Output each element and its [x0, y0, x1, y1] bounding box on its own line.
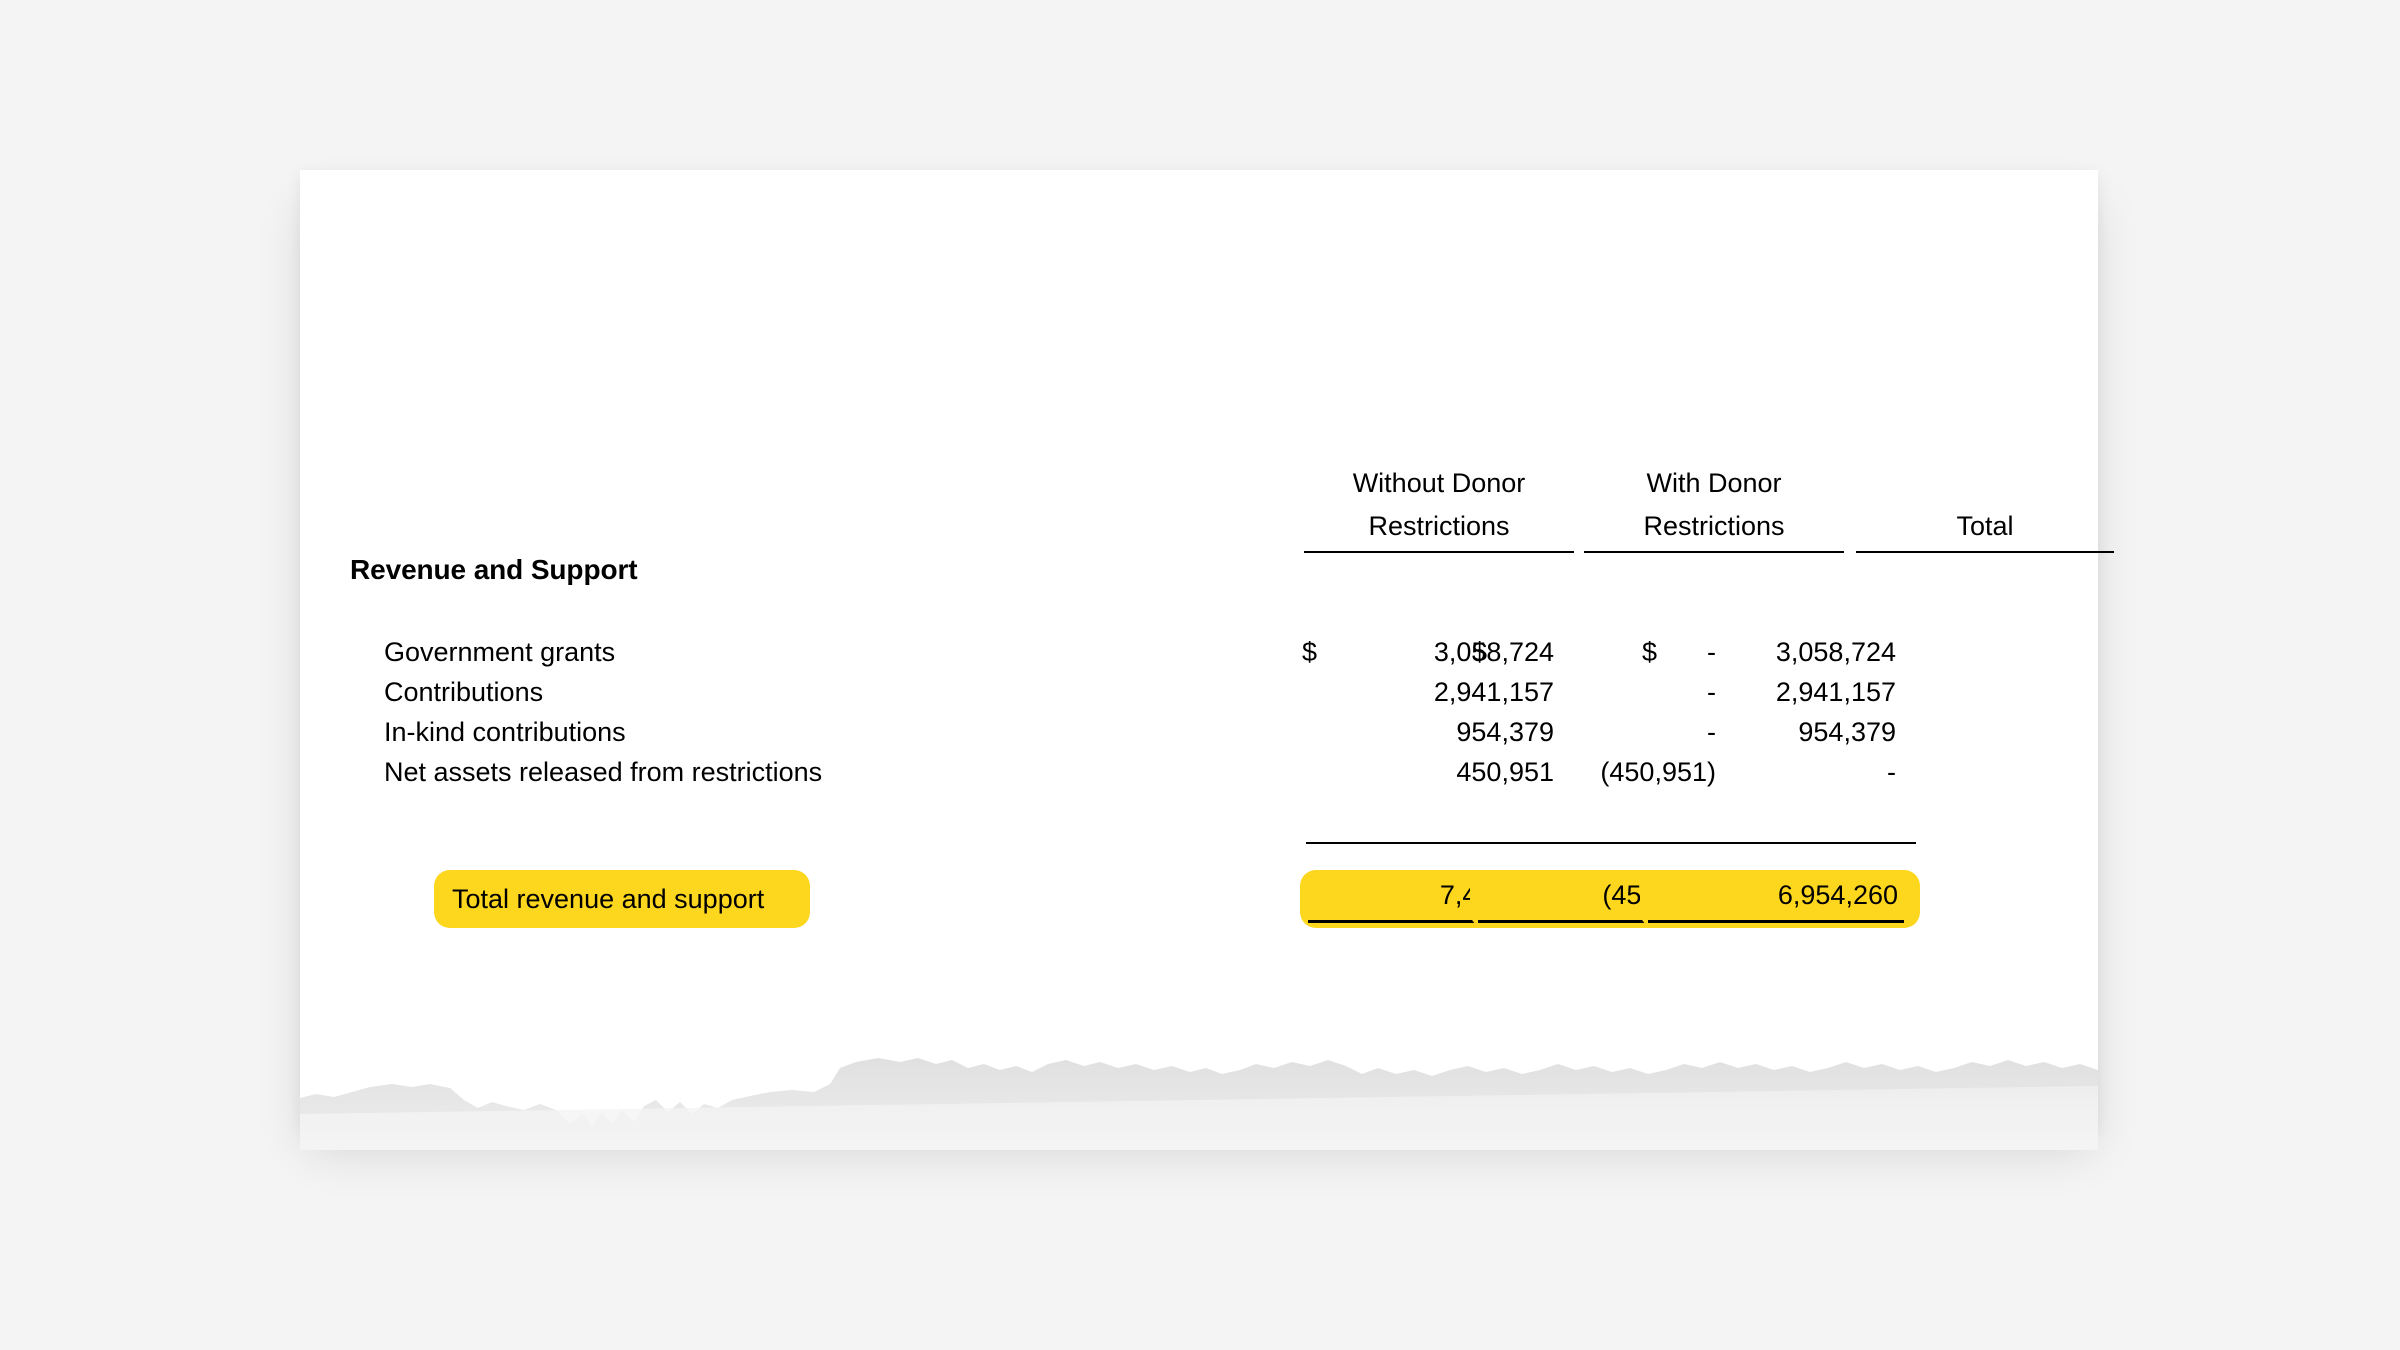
column-headers: Without Donor Restrictions With Donor Re… [300, 462, 2114, 553]
table-row: Government grants $ 3,058,724 $ - $ 3,05… [300, 632, 2098, 672]
cell-total: 954,379 [1798, 717, 1896, 747]
cell-total: 3,058,724 [1775, 637, 1896, 667]
row-label: Contributions [384, 677, 544, 707]
column-header-line1: Without Donor [1352, 468, 1526, 498]
column-header-line1: With Donor [1646, 468, 1782, 498]
row-label: In-kind contributions [384, 717, 626, 747]
highlight-total-label: Total revenue and support [434, 870, 810, 928]
total-row: Total revenue and support 7,405,211 (450… [300, 870, 2098, 932]
row-label: Government grants [384, 637, 616, 667]
highlight-total-total: 6,954,260 [1640, 870, 1920, 928]
page-canvas: Without Donor Restrictions With Donor Re… [0, 0, 2400, 1350]
column-header-total: Total [1856, 462, 2114, 553]
section-title: Revenue and Support [350, 554, 638, 585]
column-header-rule [1304, 551, 1574, 553]
subtotal-rule-total [1648, 842, 1916, 844]
cell-total: 2,941,157 [1775, 677, 1896, 707]
column-header-line2: Restrictions [1368, 511, 1510, 541]
column-header-line2: Restrictions [1643, 511, 1785, 541]
subtotal-rules [300, 842, 2098, 848]
row-label: Net assets released from restrictions [384, 757, 823, 787]
total-underline-total [1648, 920, 1904, 923]
column-header-without-donor-restrictions: Without Donor Restrictions [1304, 462, 1574, 553]
statement-rows: Government grants $ 3,058,724 $ - $ 3,05… [300, 632, 2098, 792]
column-header-line1: Total [1956, 511, 2014, 541]
table-row: Net assets released from restrictions 45… [300, 752, 2098, 792]
cell-total: - [1887, 757, 1896, 787]
total-cell-total: 6,954,260 [1777, 880, 1898, 910]
total-row-label: Total revenue and support [452, 884, 765, 914]
financial-statement: Without Donor Restrictions With Donor Re… [300, 170, 2114, 1130]
table-row: In-kind contributions 954,379 - 954,379 [300, 712, 2098, 752]
table-row: Contributions 2,941,157 - 2,941,157 [300, 672, 2098, 712]
column-header-rule [1584, 551, 1844, 553]
column-header-with-donor-restrictions: With Donor Restrictions [1584, 462, 1844, 553]
column-header-rule [1856, 551, 2114, 553]
